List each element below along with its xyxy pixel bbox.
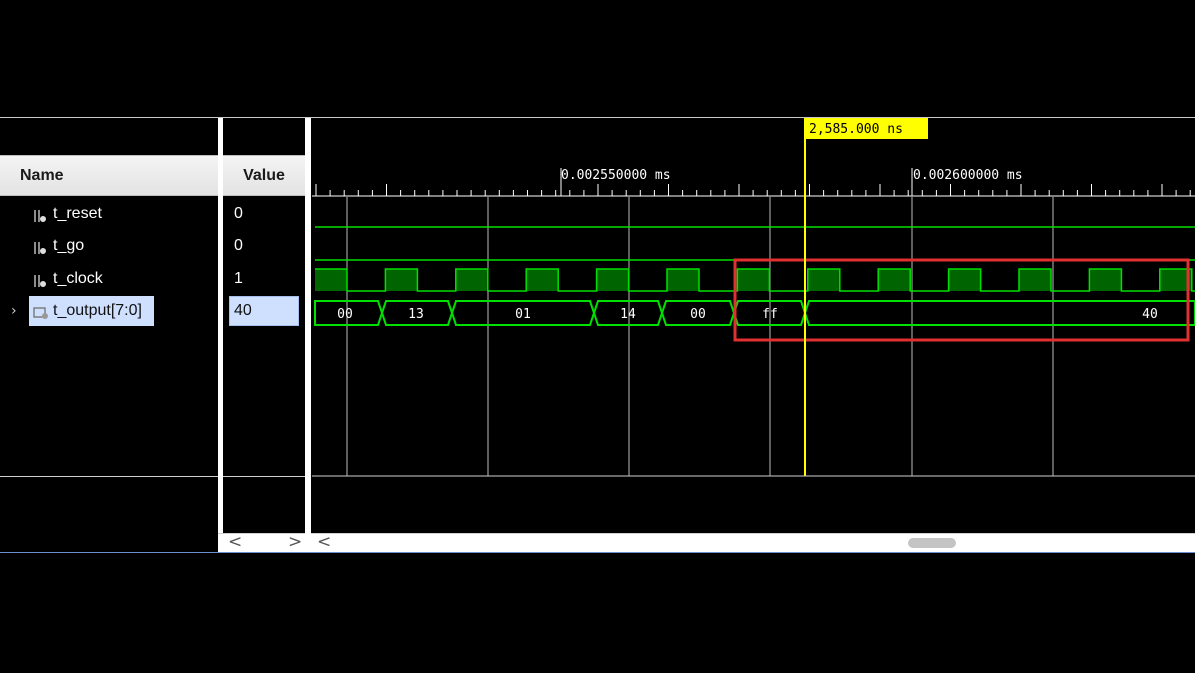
scroll-left-icon[interactable]: < xyxy=(317,534,331,551)
clock-high-phase xyxy=(737,269,770,291)
scroll-thumb[interactable] xyxy=(908,538,956,548)
waveform-viewer: Name t_reset t_go t_clock › t_output[7:0… xyxy=(0,117,1195,553)
logic-signal-icon xyxy=(33,237,47,254)
clock-high-phase xyxy=(807,269,840,291)
signal-row-t-reset[interactable]: t_reset xyxy=(0,199,218,229)
logic-signal-icon xyxy=(33,205,47,222)
ruler-label: 0.002600000 ms xyxy=(913,168,1023,183)
scroll-left-icon[interactable]: < xyxy=(228,534,242,551)
clock-high-phase xyxy=(596,269,629,291)
signal-row-t-go[interactable]: t_go xyxy=(0,231,218,261)
name-panel: Name t_reset t_go t_clock › t_output[7:0… xyxy=(0,118,218,553)
signal-name: t_go xyxy=(53,237,85,254)
waveform-canvas[interactable]: 0.002550000 ms 0.002600000 ms 00 13 01 14 00… xyxy=(312,118,1195,533)
bus-value-label: 00 xyxy=(337,307,353,322)
logic-signal-icon xyxy=(33,270,47,287)
clock-high-phase xyxy=(1019,269,1051,291)
bus-segment xyxy=(803,300,1195,326)
waveform-scrollbar[interactable]: < xyxy=(311,533,1195,552)
clock-high-phase xyxy=(948,269,981,291)
clock-high-phase xyxy=(385,269,418,291)
panel-separator xyxy=(0,476,218,477)
bus-value-label: 01 xyxy=(515,307,531,322)
bottom-border xyxy=(0,552,1195,553)
expand-chevron-icon[interactable]: › xyxy=(11,296,17,326)
cursor-label: 2,585.000 ns xyxy=(809,122,903,137)
clock-high-phase xyxy=(878,269,911,291)
time-cursor[interactable]: 2,585.000 ns xyxy=(804,118,928,476)
bus-value-label: 40 xyxy=(1142,307,1158,322)
waveforms: 00 13 01 14 00 ff 40 xyxy=(314,226,1195,326)
bus-value-label: ff xyxy=(762,307,778,322)
bus-signal-icon xyxy=(33,302,48,319)
name-column-label: Name xyxy=(20,167,64,184)
signal-value: 0 xyxy=(234,237,243,254)
time-ruler: 0.002550000 ms 0.002600000 ms xyxy=(312,168,1195,197)
value-column-label: Value xyxy=(243,167,285,184)
bus-value-label: 14 xyxy=(620,307,636,322)
clock-high-phase xyxy=(315,269,347,291)
clock-high-phase xyxy=(667,269,699,291)
bus-value-label: 00 xyxy=(690,307,706,322)
bus-value-label: 13 xyxy=(408,307,424,322)
panel-separator xyxy=(223,476,305,477)
signal-value-selected: 40 xyxy=(229,296,299,326)
value-panel: Value 0 0 1 40 xyxy=(223,118,305,553)
signal-value: 0 xyxy=(234,205,243,222)
scroll-right-icon[interactable]: > xyxy=(288,534,302,551)
clock-high-phase xyxy=(455,269,488,291)
signal-row-t-clock[interactable]: t_clock xyxy=(0,264,218,294)
name-column-header[interactable]: Name xyxy=(0,155,218,196)
signal-name: t_reset xyxy=(53,205,102,222)
value-column-header[interactable]: Value xyxy=(223,155,305,196)
signal-value: 1 xyxy=(234,270,243,287)
clock-high-phase xyxy=(526,269,559,291)
signal-name: t_clock xyxy=(53,270,103,287)
ruler-label: 0.002550000 ms xyxy=(561,168,671,183)
value-scrollbar[interactable]: < > xyxy=(218,533,305,552)
clock-high-phase xyxy=(1089,269,1122,291)
grid-lines xyxy=(346,197,1054,476)
signal-row-t-output[interactable]: › t_output[7:0] xyxy=(0,296,218,326)
signal-name: t_output[7:0] xyxy=(53,302,142,319)
waveform-splitter[interactable] xyxy=(305,118,311,553)
